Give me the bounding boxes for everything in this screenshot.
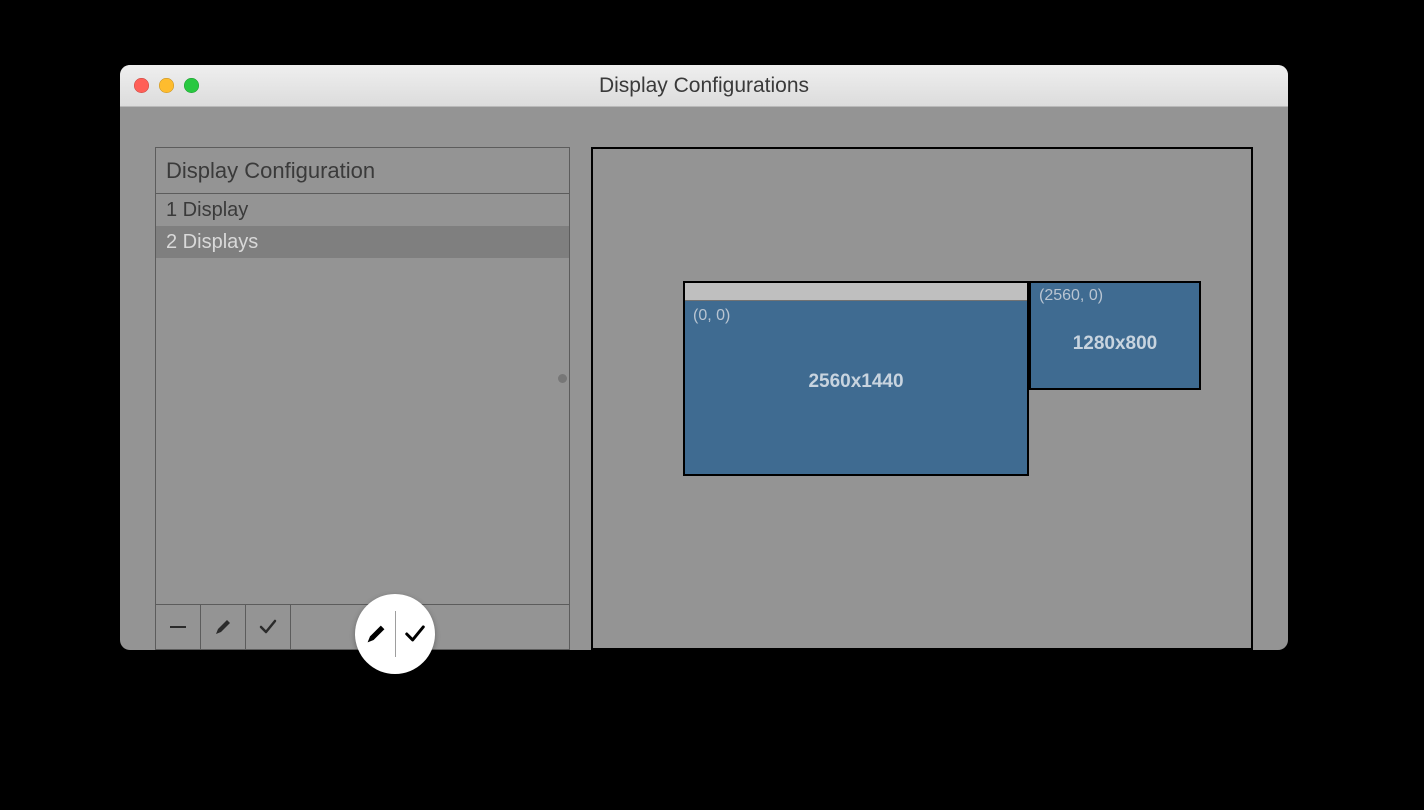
- close-button[interactable]: [134, 78, 149, 93]
- remove-config-button[interactable]: [156, 605, 201, 649]
- display-layout-preview: (2560, 0) 1280x800 (0, 0) 2560x1440: [591, 147, 1253, 650]
- checkmark-icon: [396, 621, 434, 647]
- pencil-icon: [213, 617, 233, 637]
- edit-config-button[interactable]: [201, 605, 246, 649]
- sidebar-header: Display Configuration: [156, 148, 569, 194]
- display-primary[interactable]: (0, 0) 2560x1440: [683, 281, 1029, 476]
- config-list-row[interactable]: 1 Display: [156, 194, 569, 226]
- config-sidebar: Display Configuration 1 Display 2 Displa…: [155, 147, 570, 650]
- config-list-row[interactable]: 2 Displays: [156, 226, 569, 258]
- display-resolution: 1280x800: [1031, 333, 1199, 355]
- zoom-button[interactable]: [184, 78, 199, 93]
- display-coords: (2560, 0): [1039, 287, 1103, 305]
- window-body: Display Configuration 1 Display 2 Displa…: [120, 107, 1288, 650]
- traffic-lights: [134, 65, 199, 106]
- highlight-callout: [355, 594, 435, 674]
- display-coords: (0, 0): [693, 307, 730, 325]
- display-secondary[interactable]: (2560, 0) 1280x800: [1029, 281, 1201, 390]
- display-resolution: 2560x1440: [685, 371, 1027, 393]
- display-menubar-indicator: [685, 283, 1027, 301]
- window-title: Display Configurations: [599, 74, 809, 98]
- window: Display Configurations Display Configura…: [120, 65, 1288, 650]
- config-list[interactable]: 1 Display 2 Displays: [156, 194, 569, 604]
- minimize-button[interactable]: [159, 78, 174, 93]
- checkmark-icon: [257, 616, 279, 638]
- scroll-indicator[interactable]: [558, 374, 567, 383]
- apply-config-button[interactable]: [246, 605, 291, 649]
- titlebar: Display Configurations: [120, 65, 1288, 107]
- config-list-label: 1 Display: [166, 199, 248, 222]
- pencil-icon: [357, 622, 395, 646]
- config-list-label: 2 Displays: [166, 231, 258, 254]
- minus-icon: [169, 618, 187, 636]
